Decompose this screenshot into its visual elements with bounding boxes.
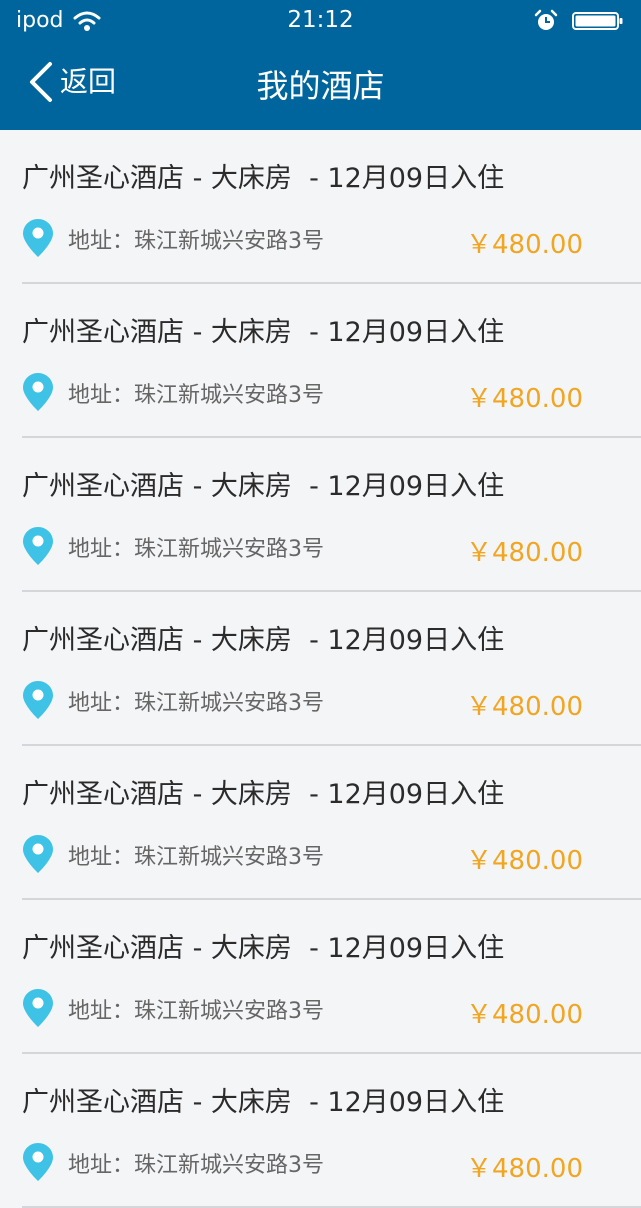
hotel-title: 广州圣心酒店 - 大床房 - 12月09日入住 [22,471,505,502]
hotel-title: 广州圣心酒店 - 大床房 - 12月09日入住 [22,625,505,656]
hotel-list-item[interactable]: 广州圣心酒店 - 大床房 - 12月09日入住 地址：珠江新城兴安路3号 ￥48… [0,130,641,284]
hotel-price: ￥480.00 [466,692,583,722]
location-pin-icon [23,373,53,411]
hotel-title: 广州圣心酒店 - 大床房 - 12月09日入住 [22,163,505,194]
location-pin-icon [23,219,53,257]
location-pin-icon [23,527,53,565]
location-pin-icon [23,835,53,873]
hotel-title: 广州圣心酒店 - 大床房 - 12月09日入住 [22,779,505,810]
hotel-address: 地址：珠江新城兴安路3号 [68,229,324,254]
hotel-address: 地址：珠江新城兴安路3号 [68,999,324,1024]
hotel-title: 广州圣心酒店 - 大床房 - 12月09日入住 [22,317,505,348]
alarm-icon [534,9,558,30]
page-title: 我的酒店 [256,67,385,105]
app-header: ipod 21:12 返回 我的酒店 [0,0,641,130]
status-bar: ipod 21:12 [0,0,641,42]
hotel-list-item[interactable]: 广州圣心酒店 - 大床房 - 12月09日入住 地址：珠江新城兴安路3号 ￥48… [0,1054,641,1208]
hotel-list: 广州圣心酒店 - 大床房 - 12月09日入住 地址：珠江新城兴安路3号 ￥48… [0,130,641,1208]
nav-bar: 返回 我的酒店 [0,42,641,130]
hotel-price: ￥480.00 [466,230,583,260]
hotel-list-item[interactable]: 广州圣心酒店 - 大床房 - 12月09日入住 地址：珠江新城兴安路3号 ￥48… [0,900,641,1054]
hotel-address: 地址：珠江新城兴安路3号 [68,691,324,716]
location-pin-icon [23,989,53,1027]
location-pin-icon [23,1143,53,1181]
hotel-price: ￥480.00 [466,1000,583,1030]
hotel-list-item[interactable]: 广州圣心酒店 - 大床房 - 12月09日入住 地址：珠江新城兴安路3号 ￥48… [0,746,641,900]
hotel-title: 广州圣心酒店 - 大床房 - 12月09日入住 [22,1087,505,1118]
hotel-list-item[interactable]: 广州圣心酒店 - 大床房 - 12月09日入住 地址：珠江新城兴安路3号 ￥48… [0,284,641,438]
location-pin-icon [23,681,53,719]
hotel-price: ￥480.00 [466,846,583,876]
hotel-list-item[interactable]: 广州圣心酒店 - 大床房 - 12月09日入住 地址：珠江新城兴安路3号 ￥48… [0,438,641,592]
hotel-address: 地址：珠江新城兴安路3号 [68,537,324,562]
hotel-price: ￥480.00 [466,538,583,568]
hotel-price: ￥480.00 [466,1154,583,1184]
hotel-address: 地址：珠江新城兴安路3号 [68,383,324,408]
hotel-list-item[interactable]: 广州圣心酒店 - 大床房 - 12月09日入住 地址：珠江新城兴安路3号 ￥48… [0,592,641,746]
hotel-address: 地址：珠江新城兴安路3号 [68,845,324,870]
hotel-address: 地址：珠江新城兴安路3号 [68,1153,324,1178]
hotel-price: ￥480.00 [466,384,583,414]
battery-icon [572,12,623,30]
hotel-title: 广州圣心酒店 - 大床房 - 12月09日入住 [22,933,505,964]
